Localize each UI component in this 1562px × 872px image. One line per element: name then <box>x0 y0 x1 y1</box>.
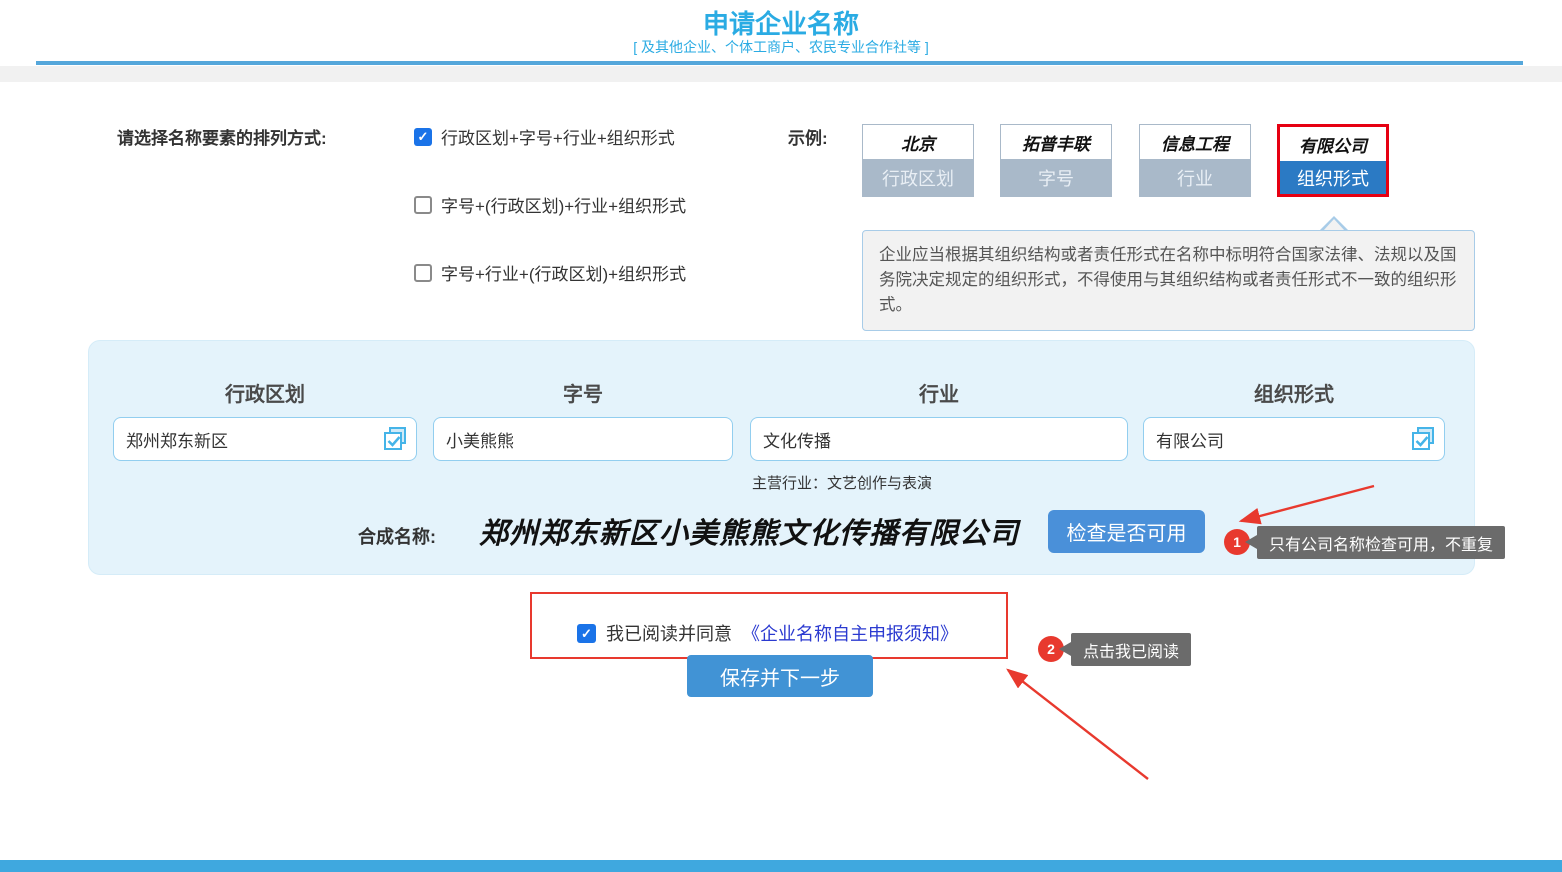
example-box-region: 北京 行政区划 <box>862 124 974 197</box>
region-input[interactable] <box>113 417 417 461</box>
tooltip-pointer-icon <box>1059 642 1071 656</box>
field-header-tradename: 字号 <box>433 378 733 407</box>
tooltip-pointer-icon <box>1245 535 1257 549</box>
header-divider <box>36 61 1523 65</box>
annotation-arrow-2 <box>1008 670 1148 779</box>
footer-bar <box>0 860 1562 872</box>
tradename-input[interactable] <box>433 417 733 461</box>
example-box-industry: 信息工程 行业 <box>1139 124 1251 197</box>
example-box-orgform-highlighted: 有限公司 组织形式 <box>1277 124 1389 197</box>
example-box-label: 字号 <box>1001 159 1111 196</box>
gray-band <box>0 66 1562 82</box>
check-availability-button[interactable]: 检查是否可用 <box>1048 510 1205 553</box>
example-box-label: 组织形式 <box>1280 161 1386 194</box>
example-value: 有限公司 <box>1299 132 1367 157</box>
example-box-label: 行政区划 <box>863 159 973 196</box>
checkbox-unchecked-icon[interactable] <box>414 196 432 214</box>
arrangement-option-1[interactable]: ✓ 行政区划+字号+行业+组织形式 <box>414 124 675 149</box>
annotation-tooltip-1: 只有公司名称检查可用，不重复 <box>1257 526 1505 559</box>
annotation-tooltip-text: 点击我已阅读 <box>1083 638 1179 662</box>
field-header-industry: 行业 <box>750 378 1128 407</box>
example-label: 示例: <box>788 124 828 149</box>
industry-input[interactable] <box>750 417 1128 461</box>
arrangement-option-2[interactable]: 字号+(行政区划)+行业+组织形式 <box>414 192 686 217</box>
page-title: 申请企业名称 <box>0 4 1562 41</box>
region-field <box>113 417 417 461</box>
annotation-tooltip-text: 只有公司名称检查可用，不重复 <box>1269 531 1493 555</box>
agreement-checkbox-checked-icon[interactable]: ✓ <box>577 624 596 643</box>
region-picker-icon[interactable] <box>382 426 408 452</box>
annotation-tooltip-2: 点击我已阅读 <box>1071 633 1191 666</box>
arrangement-option-3[interactable]: 字号+行业+(行政区划)+组织形式 <box>414 260 686 285</box>
orgform-input[interactable] <box>1143 417 1445 461</box>
orgform-picker-icon[interactable] <box>1410 426 1436 452</box>
arrangement-option-label: 行政区划+字号+行业+组织形式 <box>441 124 675 149</box>
example-value: 拓普丰联 <box>1022 130 1090 155</box>
example-value: 北京 <box>901 130 935 155</box>
example-value: 信息工程 <box>1161 130 1229 155</box>
agreement-notice-link[interactable]: 《企业名称自主申报须知》 <box>742 620 958 646</box>
industry-field <box>750 417 1128 461</box>
agreement-row[interactable]: ✓ 我已阅读并同意 《企业名称自主申报须知》 <box>577 620 958 646</box>
example-box-tradename: 拓普丰联 字号 <box>1000 124 1112 197</box>
example-box-label: 行业 <box>1140 159 1250 196</box>
arrangement-option-label: 字号+(行政区划)+行业+组织形式 <box>441 192 686 217</box>
tradename-field <box>433 417 733 461</box>
composed-name-value: 郑州郑东新区小美熊熊文化传播有限公司 <box>460 508 1038 554</box>
save-next-button[interactable]: 保存并下一步 <box>687 655 873 697</box>
field-header-orgform: 组织形式 <box>1143 378 1445 407</box>
arrangement-option-label: 字号+行业+(行政区划)+组织形式 <box>441 260 686 285</box>
page-subtitle: [ 及其他企业、个体工商户、农民专业合作社等 ] <box>0 37 1562 57</box>
composed-name-label: 合成名称: <box>358 523 436 549</box>
orgform-note: 企业应当根据其组织结构或者责任形式在名称中标明符合国家法律、法规以及国务院决定规… <box>862 230 1475 331</box>
arrangement-label: 请选择名称要素的排列方式: <box>117 124 327 149</box>
checkbox-checked-icon[interactable]: ✓ <box>414 128 432 146</box>
agreement-text: 我已阅读并同意 <box>606 620 732 646</box>
main-industry-hint: 主营行业：文艺创作与表演 <box>752 472 932 493</box>
orgform-field <box>1143 417 1445 461</box>
page: 申请企业名称 [ 及其他企业、个体工商户、农民专业合作社等 ] 请选择名称要素的… <box>0 0 1562 872</box>
field-header-region: 行政区划 <box>113 378 417 407</box>
checkbox-unchecked-icon[interactable] <box>414 264 432 282</box>
